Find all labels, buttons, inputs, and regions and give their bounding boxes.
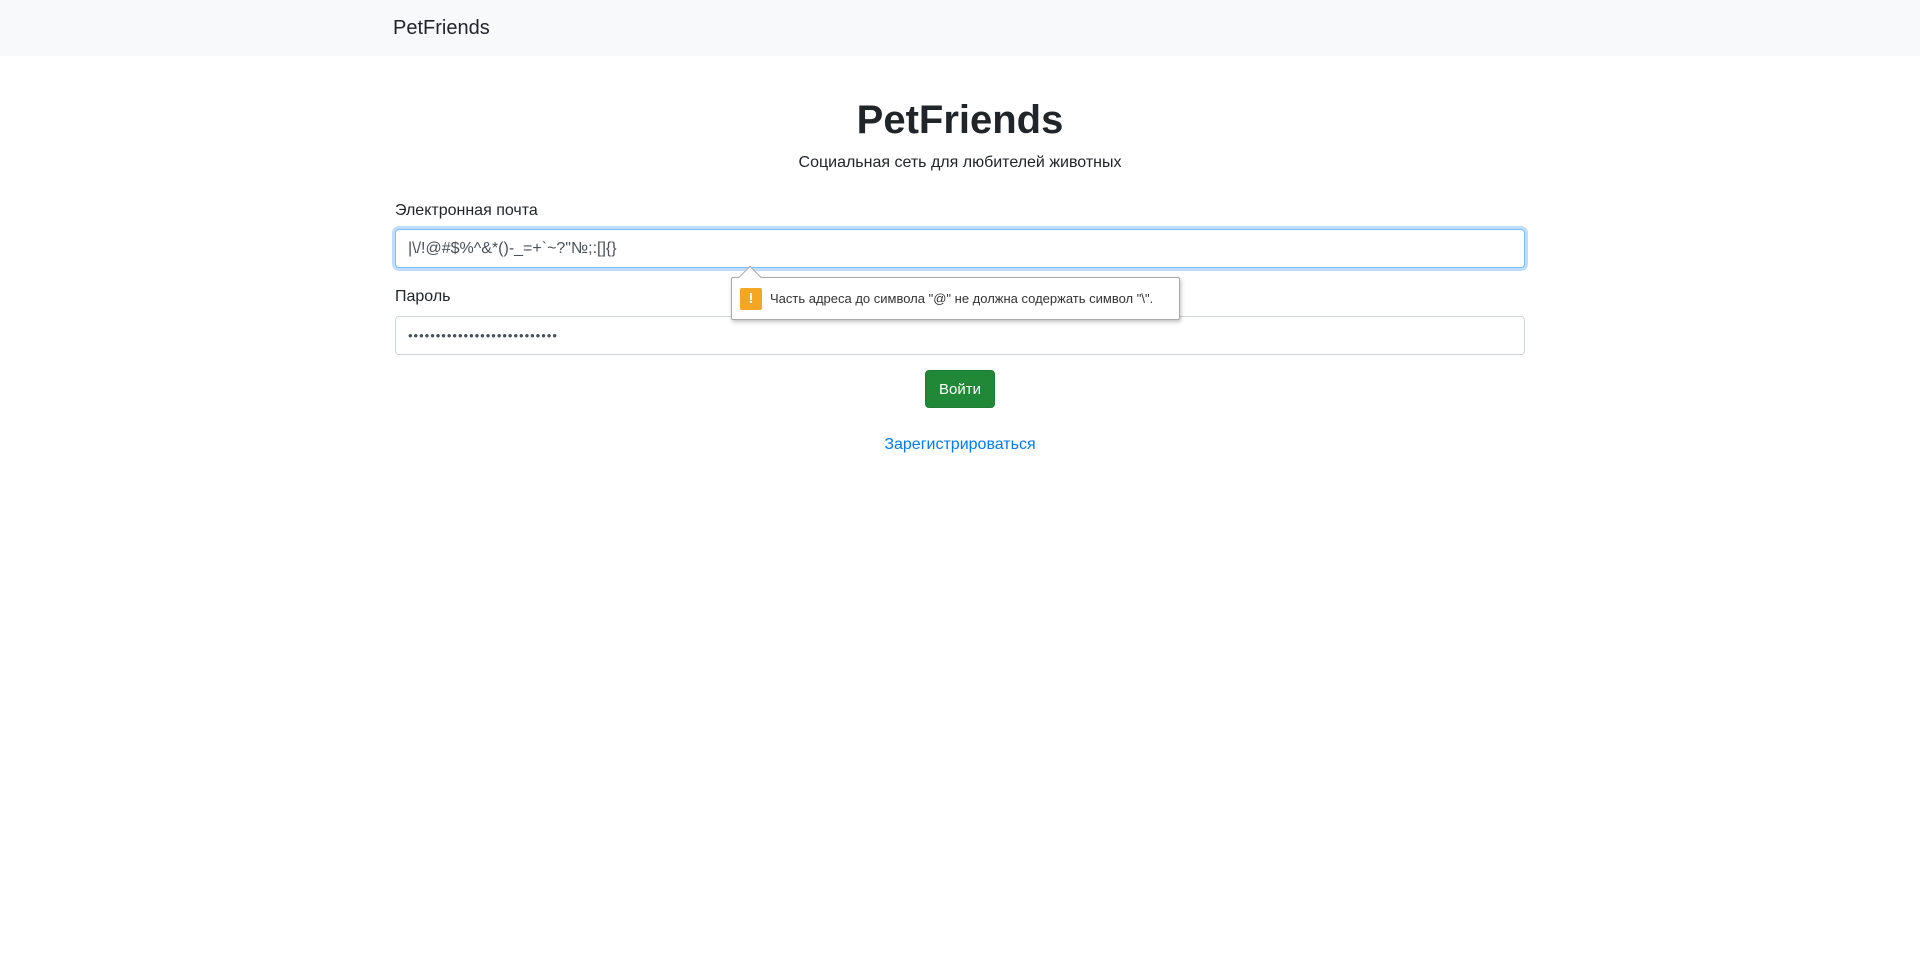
password-input[interactable] [395,316,1525,355]
page-title: PetFriends [856,98,1064,142]
validation-tooltip: ! Часть адреса до символа "@" не должна … [731,265,1180,320]
email-input[interactable] [395,229,1525,268]
register-link-container: Зарегистрироваться [0,434,1920,456]
tooltip-arrow [738,265,762,289]
warning-icon: ! [740,287,762,310]
navbar-brand[interactable]: PetFriends [393,15,490,41]
register-link[interactable]: Зарегистрироваться [884,436,1035,453]
page-subtitle: Социальная сеть для любителей животных [798,154,1122,171]
top-navbar: PetFriends [0,0,1920,56]
password-label: Пароль [395,288,451,305]
validation-message: Часть адреса до символа "@" не должна со… [770,291,1154,306]
email-label: Электронная почта [395,202,538,219]
login-button[interactable]: Войти [925,370,995,408]
